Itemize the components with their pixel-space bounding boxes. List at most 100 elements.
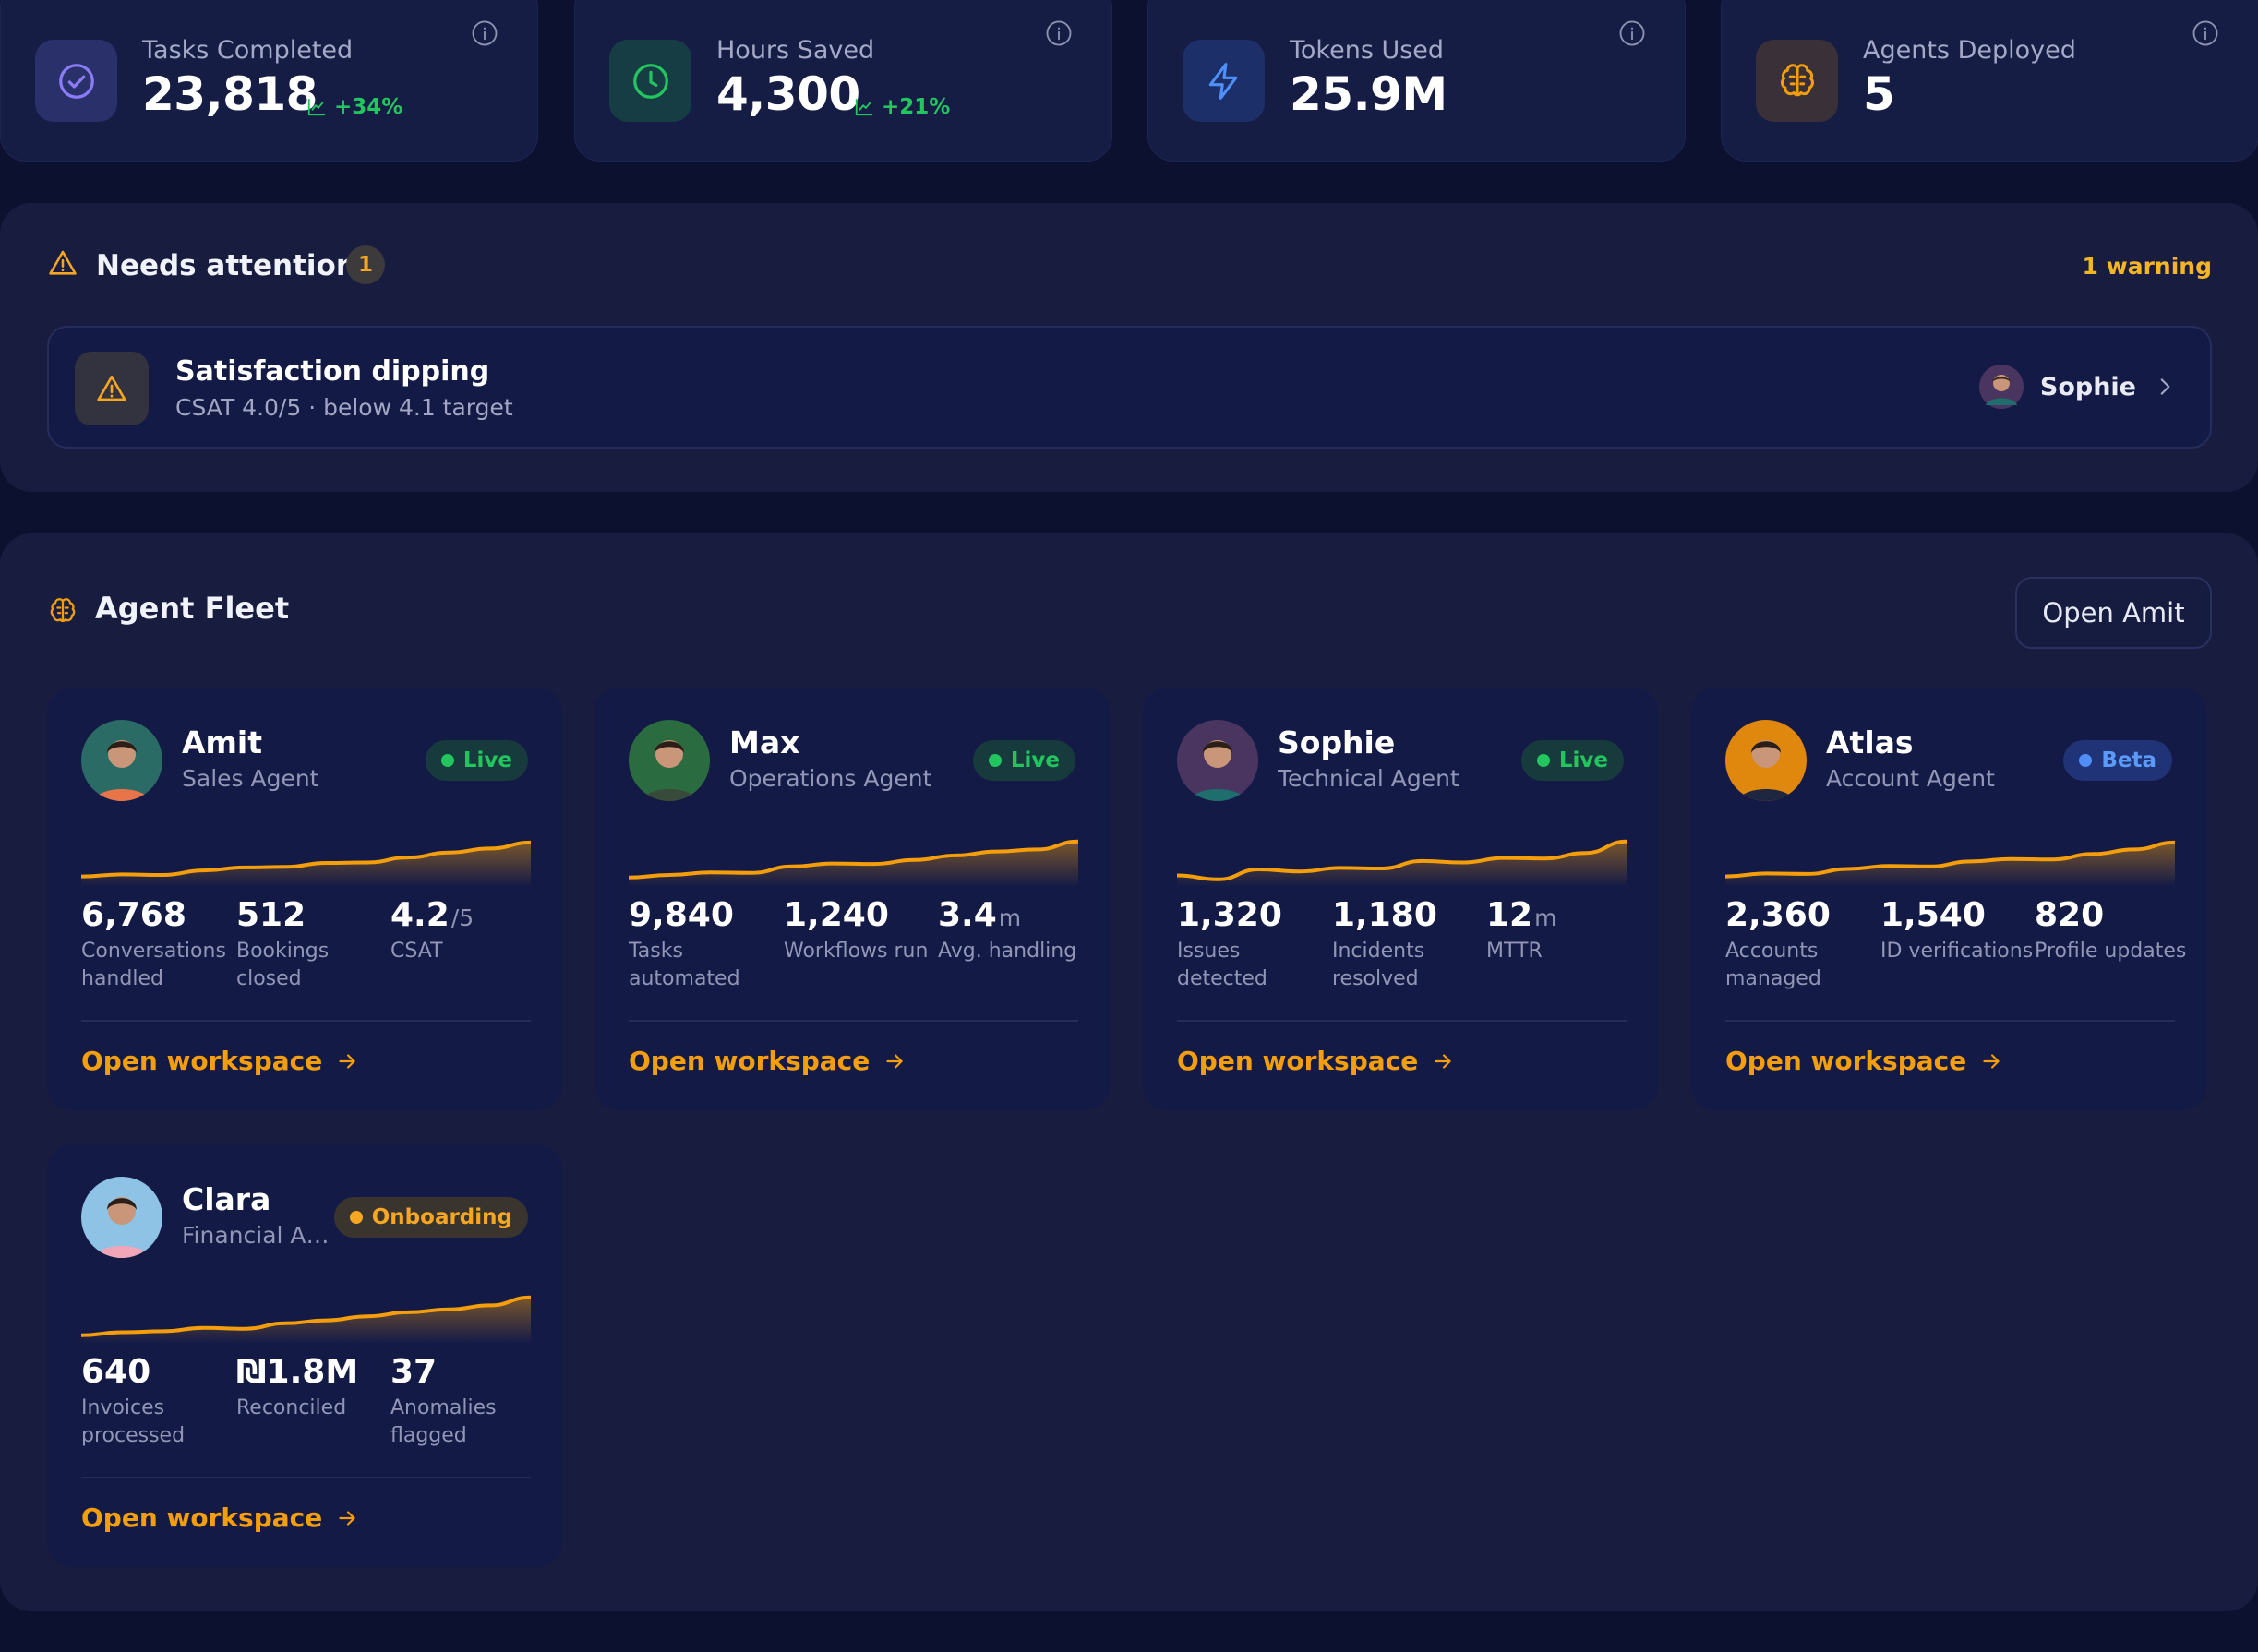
status-label: Onboarding <box>371 1205 512 1229</box>
metric: 4.2/5 CSAT <box>390 896 546 965</box>
metric-value: 640 <box>81 1353 236 1391</box>
agent-role: Account Agent <box>1826 765 1995 792</box>
metric-label: Invoices processed <box>81 1396 186 1447</box>
arrow-right-icon <box>1435 1053 1451 1069</box>
open-workspace-link[interactable]: Open workspace <box>629 1046 907 1076</box>
divider <box>1725 1020 2175 1022</box>
status-dot <box>1536 754 1550 767</box>
metric-number: 3.4 <box>938 896 997 934</box>
open-workspace-label: Open workspace <box>1725 1046 1967 1076</box>
agent-name: Sophie <box>1278 724 1396 760</box>
open-workspace-link[interactable]: Open workspace <box>81 1046 359 1076</box>
info-icon[interactable] <box>1618 19 1646 47</box>
trend-sparkline <box>629 839 1078 887</box>
metric-number: 9,840 <box>629 896 734 934</box>
divider <box>629 1020 1078 1022</box>
metric-value: 12m <box>1486 896 1641 934</box>
metric: 1,320 Issues detected <box>1177 896 1332 993</box>
metric: 640 Invoices processed <box>81 1353 236 1450</box>
metric-label: Bookings closed <box>236 940 330 990</box>
metric: 9,840 Tasks automated <box>629 896 784 993</box>
metric: 1,240 Workflows run <box>784 896 939 965</box>
status-badge: Live <box>425 740 528 781</box>
arrow-right-icon <box>886 1053 903 1069</box>
open-workspace-label: Open workspace <box>81 1046 323 1076</box>
metric-number: 6,768 <box>81 896 186 934</box>
metric-label: Reconciled <box>236 1396 347 1419</box>
info-icon[interactable] <box>471 19 498 47</box>
alert-owner: Sophie <box>1978 365 2177 409</box>
status-label: Live <box>1010 748 1060 772</box>
stat-card-tokens-used: Tokens Used 25.9M <box>1147 0 1686 162</box>
metric-value: 9,840 <box>629 896 784 934</box>
agent-card-sophie[interactable]: Sophie Technical Agent Live 1,320 Issues det… <box>1143 688 1658 1110</box>
metric-value: ₪1.8M <box>236 1353 391 1391</box>
divider <box>81 1477 531 1478</box>
metric-label: Tasks automated <box>629 940 740 990</box>
alert-subtitle: CSAT 4.0/5 · below 4.1 target <box>175 394 513 421</box>
metric-label: Workflows run <box>784 940 929 963</box>
status-label: Beta <box>2101 748 2156 772</box>
agent-card-atlas[interactable]: Atlas Account Agent Beta 2,360 Accounts mana… <box>1691 688 2206 1110</box>
metric-value: 2,360 <box>1725 896 1880 934</box>
metric-value: 1,320 <box>1177 896 1332 934</box>
metric-label: Issues detected <box>1177 940 1267 990</box>
stat-card-hours-saved: Hours Saved 4,300 +21% <box>574 0 1112 162</box>
metric-number: 2,360 <box>1725 896 1831 934</box>
avatar <box>81 720 162 801</box>
agent-card-amit[interactable]: Amit Sales Agent Live 6,768 Conversations ha… <box>47 688 562 1110</box>
status-badge: Beta <box>2063 740 2172 781</box>
metric-value: 6,768 <box>81 896 236 934</box>
info-icon[interactable] <box>2192 19 2219 47</box>
open-workspace-link[interactable]: Open workspace <box>1177 1046 1455 1076</box>
attention-count-badge: 1 <box>346 245 385 284</box>
avatar <box>81 1177 162 1258</box>
stat-card-agents-deployed: Agents Deployed 5 <box>1721 0 2258 162</box>
lightning-icon <box>1183 40 1265 122</box>
agent-role: Technical Agent <box>1278 765 1459 792</box>
metric-label: Conversations handled <box>81 940 226 990</box>
open-amit-button[interactable]: Open Amit <box>2015 577 2212 649</box>
metric-number: 640 <box>81 1353 151 1391</box>
open-workspace-link[interactable]: Open workspace <box>1725 1046 2003 1076</box>
check-circle-icon <box>35 40 117 122</box>
agent-card-clara[interactable]: Clara Financial Ag... Onboarding 640 Invoice… <box>47 1144 562 1567</box>
avatar <box>629 720 710 801</box>
brain-icon <box>1756 40 1838 122</box>
metric-number: ₪1.8M <box>236 1353 359 1391</box>
metric-number: 12 <box>1486 896 1533 934</box>
divider <box>1177 1020 1627 1022</box>
chevron-right-icon[interactable] <box>2153 375 2177 399</box>
agent-name: Clara <box>182 1181 271 1217</box>
avatar <box>1725 720 1807 801</box>
trend-sparkline <box>81 1295 531 1344</box>
metric: 512 Bookings closed <box>236 896 391 993</box>
trend-sparkline <box>1177 839 1627 887</box>
status-dot <box>988 754 1002 767</box>
divider <box>81 1020 531 1022</box>
agent-card-max[interactable]: Max Operations Agent Live 9,840 Tasks automa… <box>595 688 1110 1110</box>
info-icon[interactable] <box>1045 19 1073 47</box>
stat-value: 4,300 <box>716 67 860 121</box>
agent-role: Financial Ag... <box>182 1222 330 1249</box>
status-dot <box>2079 754 2093 767</box>
metric-number: 512 <box>236 896 306 934</box>
metric-label: Anomalies flagged <box>390 1396 497 1447</box>
warning-summary: 1 warning <box>2082 253 2212 280</box>
trend-sparkline <box>81 840 531 887</box>
metric: ₪1.8M Reconciled <box>236 1353 391 1422</box>
stat-label: Tokens Used <box>1290 36 1445 65</box>
metric-label: MTTR <box>1486 940 1543 963</box>
open-workspace-link[interactable]: Open workspace <box>81 1502 359 1533</box>
stat-label: Tasks Completed <box>142 36 354 65</box>
alert-row-satisfaction[interactable]: Satisfaction dipping CSAT 4.0/5 · below … <box>47 326 2212 449</box>
metric: 2,360 Accounts managed <box>1725 896 1880 993</box>
status-label: Live <box>1558 748 1608 772</box>
metric-number: 1,540 <box>1880 896 1986 934</box>
metric-number: 1,240 <box>784 896 889 934</box>
metric-number: 4.2 <box>390 896 450 934</box>
metric-value: 4.2/5 <box>390 896 546 934</box>
metric-label: CSAT <box>390 940 443 963</box>
open-workspace-label: Open workspace <box>1177 1046 1419 1076</box>
stat-delta-value: +34% <box>334 95 403 119</box>
